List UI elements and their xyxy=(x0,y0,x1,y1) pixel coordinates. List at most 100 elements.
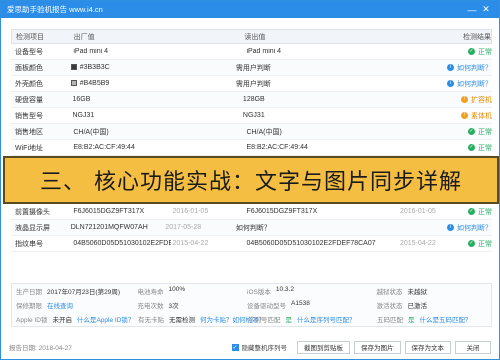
info-pair: 序列号匹配是什么是序列号匹配？ xyxy=(244,314,373,324)
factory-value-cell: 16GB xyxy=(70,96,168,103)
read-value: 需用户判断 xyxy=(235,80,271,88)
row-item-label: 设备型号 xyxy=(15,48,43,56)
read-value: CH/A(中国) xyxy=(246,128,282,136)
read-value: 如何判断？ xyxy=(235,224,271,232)
factory-value: 16GB xyxy=(72,96,91,103)
read-value: E8:B2:AC:CF:49:44 xyxy=(246,144,308,151)
info-pair: 电池寿命 100% xyxy=(134,286,244,296)
checkbox-label: 隐藏整机序列号 xyxy=(241,345,288,352)
help-link[interactable]: 什么是五码匹配？ xyxy=(419,314,471,324)
info-value: 3次 xyxy=(168,303,179,310)
table-row: 销售地区 CH/A(中国) CH/A(中国) ✓ 正常 xyxy=(11,124,492,140)
info-key: 生产日期 xyxy=(16,289,42,296)
factory-value-cell: E8:B2:AC:CF:49:44 xyxy=(71,144,170,151)
info-key: 五码匹配 xyxy=(376,317,403,324)
info-row: Apple ID锁 未开启 什么是Apple ID锁？ 有无卡贴 无需检测 何为卡贴？如何… xyxy=(12,312,491,326)
info-circle-icon: i xyxy=(447,64,455,71)
info-value: A1538 xyxy=(291,300,310,307)
info-pair: 设备驱动型号 A1538 xyxy=(243,300,372,310)
info-value: 未越狱 xyxy=(407,289,428,296)
color-swatch xyxy=(70,80,77,87)
result-cell: ✓正常 xyxy=(467,127,492,137)
factory-value-cell: DLN721201MQFW07AH xyxy=(69,224,164,231)
info-pair: Apple ID锁 未开启 什么是Apple ID锁？ xyxy=(12,314,134,324)
help-link[interactable]: 什么是Apple ID锁？ xyxy=(77,314,134,324)
device-info-panel: 生产日期 2017年07月23日(第29周) 电池寿命 100% iOS版本 10.3.2… xyxy=(11,283,492,327)
row-item-label: 销售型号 xyxy=(15,112,43,120)
factory-value-cell: F6J6015DGZ9FT317X xyxy=(71,208,170,215)
table-row: 硬盘容量 16GB 128GB! 扩容机 xyxy=(11,92,492,108)
info-pair: 充电次数 3次 xyxy=(134,300,244,310)
header-result: 检测结果 xyxy=(463,33,491,41)
result-text: 如何判断？ xyxy=(457,80,493,88)
color-swatch xyxy=(70,64,77,71)
close-icon[interactable]: ✕ xyxy=(479,3,493,17)
row-item-label: 外壳颜色 xyxy=(15,80,43,88)
info-key: Apple ID锁 xyxy=(16,317,48,324)
read-value: NGJ31 xyxy=(242,112,265,119)
result-text: 正常 xyxy=(477,128,492,136)
info-pair: 激活状态 已激活 xyxy=(373,300,492,310)
factory-value: DLN721201MQFW07AH xyxy=(70,224,148,231)
table-row: 外壳颜色 #B4B5B9 需用户判断 i 如何判断？ xyxy=(11,76,492,92)
close-button[interactable]: 关闭 xyxy=(455,340,491,354)
info-key: 保修期限 xyxy=(16,303,42,310)
result-cell: ✓正常 xyxy=(467,207,492,217)
header-item: 检测项目 xyxy=(16,33,44,41)
result-cell: ✓正常 xyxy=(467,47,492,57)
info-value: 是 xyxy=(407,317,415,324)
read-value: iPad mini 4 xyxy=(246,48,282,55)
info-value: 是 xyxy=(285,317,293,324)
save-text-button[interactable]: 保存为文本 xyxy=(404,340,451,354)
result-cell: ✓正常 xyxy=(467,143,492,153)
factory-value: #3B3B3C xyxy=(79,64,110,71)
check-circle-icon: ✓ xyxy=(467,240,475,247)
result-text: 扩容机 xyxy=(471,96,492,104)
result-cell[interactable]: ! 扩容机 xyxy=(461,95,492,105)
factory-date: 2016-01-05 xyxy=(172,208,209,215)
table-body: 设备型号 iPad mini 4 iPad mini 4 ✓ 正常 面板颜色 #3B3B3C… xyxy=(11,44,492,252)
row-item-label: WiFi地址 xyxy=(15,144,43,152)
save-image-button[interactable]: 保存为图片 xyxy=(354,340,401,354)
read-date: 2015-04-22 xyxy=(399,240,436,247)
factory-date: 2017-05-28 xyxy=(165,224,202,231)
factory-value: E8:B2:AC:CF:49:44 xyxy=(73,144,135,151)
row-item-label: 销售地区 xyxy=(15,128,43,136)
result-cell[interactable]: ! 素体机 xyxy=(461,111,492,121)
info-value: 10.3.2 xyxy=(275,286,294,293)
info-value: 100% xyxy=(168,286,186,293)
info-circle-icon: i xyxy=(447,80,455,87)
table-row: 液晶显示屏 DLN721201MQFW07AH 2017-05-28 如何判断？ i 如何… xyxy=(11,220,492,236)
copy-screenshot-button[interactable]: 截图到剪贴板 xyxy=(297,340,350,354)
factory-value: F6J6015DGZ9FT317X xyxy=(73,208,145,215)
table-row: 销售型号 NGJ31 NGJ31! 素体机 xyxy=(11,108,492,124)
table-header: 检测项目 出厂值 读出值 检测结果 xyxy=(11,29,492,44)
result-cell[interactable]: i 如何判断？ xyxy=(447,63,492,73)
result-cell[interactable]: i 如何判断？ xyxy=(447,79,492,89)
minimize-icon[interactable]: — xyxy=(465,3,479,17)
factory-value-cell: #B4B5B9 xyxy=(69,80,164,87)
footer-bar: 报告日期: 2018-04-27 ✓ 隐藏整机序列号 截图到剪贴板 保存为图片 … xyxy=(1,335,499,359)
info-row: 生产日期 2017年07月23日(第29周) 电池寿命 100% iOS版本 10.3.2… xyxy=(12,284,491,298)
factory-value-cell: CH/A(中国) xyxy=(71,127,170,137)
row-item-label: 面板颜色 xyxy=(15,64,43,72)
table-row: 前置摄像头 F6J6015DGZ9FT317X 2016-01-05 F6J6015D… xyxy=(11,204,492,220)
result-text: 正常 xyxy=(477,144,492,152)
result-cell[interactable]: i 如何判断？ xyxy=(447,223,492,233)
factory-value: CH/A(中国) xyxy=(73,128,109,136)
row-item-label: 指纹串号 xyxy=(15,240,43,248)
result-text: 正常 xyxy=(477,208,492,216)
factory-value: 04B5060D05D51030102E2FDEF78CA07 xyxy=(73,240,170,247)
check-circle-icon: ✓ xyxy=(467,48,475,55)
table-row: 面板颜色 #3B3B3C 需用户判断 i 如何判断？ xyxy=(11,60,492,76)
hide-serial-checkbox[interactable]: ✓ 隐藏整机序列号 xyxy=(231,342,288,352)
result-text: 如何判断？ xyxy=(457,64,493,72)
factory-value-cell: iPad mini 4 xyxy=(71,48,170,55)
info-value: 无需检测 xyxy=(169,317,195,324)
warning-circle-icon: ! xyxy=(461,96,468,103)
header-read: 读出值 xyxy=(244,33,266,41)
info-value[interactable]: 在线查询 xyxy=(47,300,73,310)
factory-value: #B4B5B9 xyxy=(79,80,110,87)
help-link[interactable]: 什么是序列号匹配？ xyxy=(297,314,356,324)
info-value: 未开启 xyxy=(52,317,72,324)
